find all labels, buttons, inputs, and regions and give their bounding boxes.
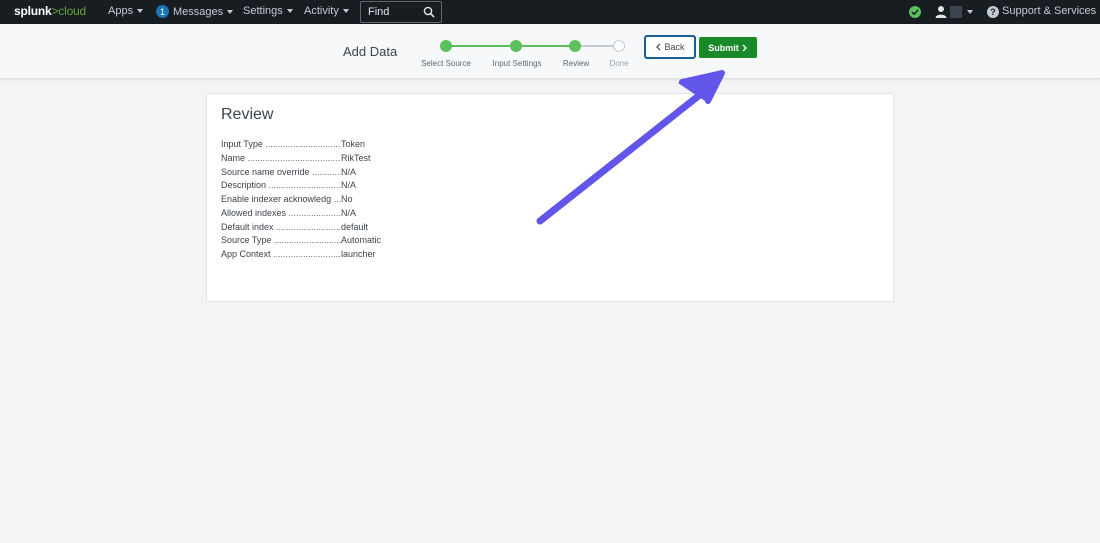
activity-menu[interactable]: Activity <box>304 5 349 17</box>
chevron-down-icon <box>286 9 293 13</box>
chevron-left-icon <box>656 43 661 51</box>
review-row-source-type: Source TypeAutomatic <box>221 234 381 248</box>
add-data-wizard-bar: Add Data Select Source Input Settings Re… <box>0 24 1100 79</box>
review-title: Review <box>221 106 274 123</box>
back-button[interactable]: Back <box>644 35 696 59</box>
step-dot-review <box>569 40 581 52</box>
step-label-select-source: Select Source <box>421 59 471 68</box>
chevron-down-icon <box>342 9 349 13</box>
help-icon: ? <box>987 6 999 18</box>
review-row-description: DescriptionN/A <box>221 179 381 193</box>
page-title: Add Data <box>343 44 398 59</box>
chevron-down-icon <box>137 9 144 13</box>
splunk-cloud-logo[interactable]: splunk > cloud <box>14 4 86 18</box>
health-ok-icon[interactable] <box>909 6 921 18</box>
apps-menu[interactable]: Apps <box>108 5 144 17</box>
messages-menu[interactable]: 1 Messages <box>156 5 234 18</box>
find-input[interactable]: Find <box>360 1 442 23</box>
review-row-input-type: Input TypeToken <box>221 138 381 152</box>
step-label-review: Review <box>562 59 590 68</box>
review-panel: Review Input TypeToken NameRikTest Sourc… <box>206 93 894 302</box>
step-dot-select-source <box>440 40 452 52</box>
top-navbar: splunk > cloud Apps 1 Messages Settings Ac… <box>0 0 1100 24</box>
submit-button[interactable]: Submit <box>699 37 757 58</box>
step-connector <box>516 45 575 47</box>
chevron-down-icon <box>227 9 234 14</box>
review-row-name: NameRikTest <box>221 152 381 166</box>
review-row-app-context: App Contextlauncher <box>221 248 381 262</box>
step-label-done: Done <box>609 59 629 68</box>
messages-count-badge: 1 <box>156 5 169 18</box>
review-list: Input TypeToken NameRikTest Source name … <box>221 138 381 262</box>
review-row-indexer-ack: Enable indexer acknowledgNo <box>221 193 381 207</box>
chevron-down-icon[interactable] <box>967 10 973 14</box>
search-icon[interactable] <box>423 6 435 18</box>
review-row-default-index: Default indexdefault <box>221 221 381 235</box>
review-row-allowed-indexes: Allowed indexesN/A <box>221 207 381 221</box>
step-connector <box>446 45 516 47</box>
step-label-input-settings: Input Settings <box>492 59 542 68</box>
step-dot-input-settings <box>510 40 522 52</box>
step-dot-done <box>613 40 625 52</box>
checkmark-icon <box>911 9 919 16</box>
username-redacted <box>950 6 962 18</box>
support-services-menu[interactable]: Support & Services <box>1002 5 1100 17</box>
user-icon[interactable] <box>935 5 947 18</box>
review-row-source-name-override: Source name overrideN/A <box>221 166 381 180</box>
settings-menu[interactable]: Settings <box>243 5 293 17</box>
chevron-right-icon <box>742 44 747 51</box>
